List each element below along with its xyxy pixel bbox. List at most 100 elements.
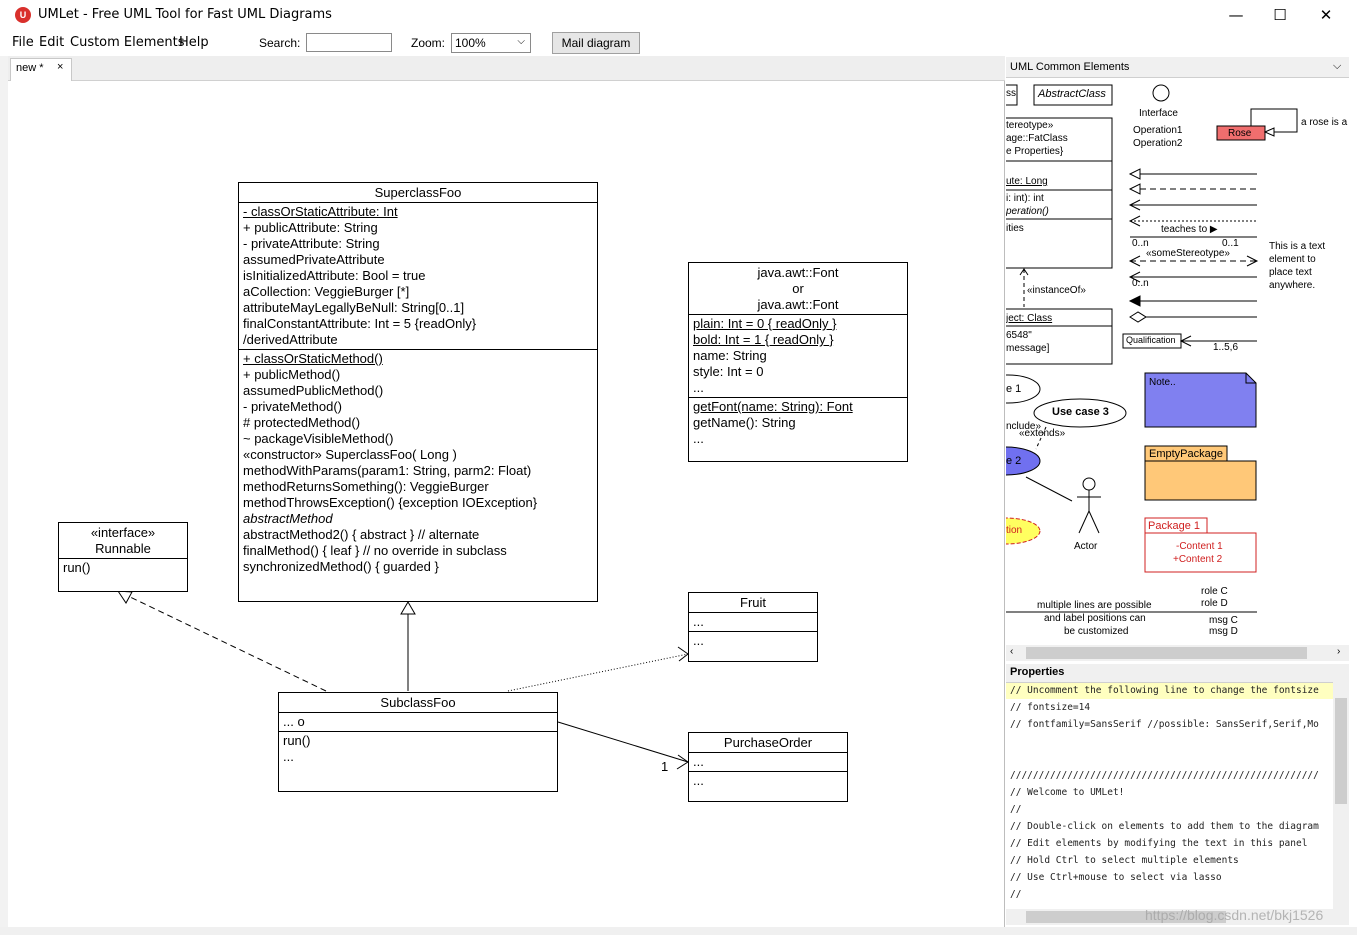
palette-instance-of: «instanceOf» — [1027, 285, 1086, 296]
method-row: # protectedMethod() — [243, 415, 361, 430]
attributes-section: - classOrStaticAttribute: Int + publicAt… — [239, 202, 597, 349]
properties-line: // Uncomment the following line to chang… — [1010, 685, 1319, 696]
palette-actor[interactable]: Actor — [1074, 541, 1097, 552]
tab-bar — [8, 56, 1005, 81]
palette-fatclass-op: i: int): int — [1006, 193, 1044, 204]
chevron-down-icon[interactable]: ⌵ — [1333, 60, 1341, 73]
attribute-row: finalConstantAttribute: Int = 5 {readOnl… — [243, 316, 477, 331]
menu-help[interactable]: Help — [179, 35, 209, 50]
method-row: abstractMethod — [243, 511, 333, 526]
palette-class[interactable]: ss — [1006, 88, 1016, 99]
attribute-row: - privateAttribute: String — [243, 236, 380, 251]
class-name: «interface» Runnable — [59, 523, 187, 558]
methods-section: run() ... — [279, 731, 557, 766]
palette-object[interactable]: ject: Class — [1006, 313, 1052, 324]
properties-vscroll-thumb[interactable] — [1335, 698, 1347, 804]
attribute-row: ... o — [283, 714, 305, 729]
palette-text-line: anywhere. — [1269, 280, 1316, 291]
association-multiplicity: 1 — [661, 759, 669, 774]
palette-text-line: element to — [1269, 254, 1316, 265]
properties-line: // fontfamily=SansSerif //possible: Sans… — [1010, 719, 1319, 730]
class-fruit[interactable]: Fruit ... ... — [688, 592, 818, 662]
properties-line: // Use Ctrl+mouse to select via lasso — [1010, 872, 1222, 883]
umlet-logo-icon: U — [15, 7, 31, 23]
class-purchaseorder[interactable]: PurchaseOrder ... ... — [688, 732, 848, 802]
maximize-button[interactable]: ☐ — [1257, 0, 1303, 31]
palette-canvas[interactable]: ss AbstractClass Interface Operation1 Op… — [1006, 79, 1349, 645]
method-row: synchronizedMethod() { guarded } — [243, 559, 439, 574]
class-name: SuperclassFoo — [374, 185, 462, 200]
palette-interface[interactable]: Interface — [1139, 108, 1178, 119]
palette-text-line[interactable]: This is a text — [1269, 241, 1325, 252]
bottom-frame — [0, 927, 1357, 935]
palette-scroll-thumb[interactable] — [1026, 647, 1307, 659]
tab-close-icon[interactable]: × — [57, 61, 63, 73]
mail-diagram-button[interactable]: Mail diagram — [552, 32, 640, 54]
palette-text-line: place text — [1269, 267, 1312, 278]
class-runnable[interactable]: «interface» Runnable run() — [58, 522, 188, 592]
menu-custom-elements[interactable]: Custom Elements — [70, 35, 185, 50]
method-row: ~ packageVisibleMethod() — [243, 431, 394, 446]
method-row: getName(): String — [693, 415, 796, 430]
class-superclassfoo[interactable]: SuperclassFoo - classOrStaticAttribute: … — [238, 182, 598, 602]
properties-title: Properties — [1010, 666, 1065, 678]
method-row: + publicMethod() — [243, 367, 341, 382]
attribute-row: assumedPrivateAttribute — [243, 252, 385, 267]
attributes-section: plain: Int = 0 { readOnly } bold: Int = … — [689, 314, 907, 397]
attribute-row: bold: Int = 1 { readOnly } — [693, 332, 834, 347]
palette-package-content: +Content 2 — [1173, 554, 1223, 565]
palette-qualification[interactable]: Qualification — [1126, 335, 1176, 345]
properties-line: // Hold Ctrl to select multiple elements — [1010, 855, 1239, 866]
palette-interface-op: Operation2 — [1133, 138, 1183, 149]
palette-usecase3[interactable]: Use case 3 — [1052, 406, 1109, 418]
method-row: getFont(name: String): Font — [693, 399, 853, 414]
menu-file[interactable]: File — [12, 35, 34, 50]
chevron-down-icon: ⌵ — [517, 36, 525, 47]
zoom-select[interactable]: 100% ⌵ — [451, 33, 531, 53]
attribute-row: aCollection: VeggieBurger [*] — [243, 284, 410, 299]
palette-fatclass-attr: ute: Long — [1006, 176, 1048, 187]
method-row: + classOrStaticMethod() — [243, 351, 383, 366]
palette-multiline: multiple lines are possible — [1037, 600, 1152, 611]
attribute-row: - classOrStaticAttribute: Int — [243, 204, 398, 219]
class-name: PurchaseOrder — [723, 735, 813, 750]
scroll-left-icon[interactable]: ‹ — [1010, 646, 1013, 657]
method-row: ... — [693, 633, 704, 648]
realization-line — [127, 595, 327, 692]
zoom-label: Zoom: — [411, 36, 446, 50]
class-name: Fruit — [740, 595, 766, 610]
minimize-button[interactable]: — — [1213, 0, 1259, 31]
properties-line: // — [1010, 889, 1022, 900]
method-row: run() — [283, 733, 311, 748]
palette-fatclass-line: age::FatClass — [1006, 133, 1068, 144]
palette-usecase2[interactable]: e 2 — [1006, 455, 1021, 467]
left-frame — [0, 56, 8, 935]
menu-edit[interactable]: Edit — [39, 35, 64, 50]
method-row: finalMethod() { leaf } // no override in… — [243, 543, 507, 558]
class-name: SubclassFoo — [380, 695, 456, 710]
zoom-value: 100% — [455, 36, 486, 50]
palette-note[interactable]: Note.. — [1149, 377, 1176, 388]
class-subclassfoo[interactable]: SubclassFoo ... o run() ... — [278, 692, 558, 792]
properties-editor[interactable]: // Uncomment the following line to chang… — [1006, 682, 1349, 909]
name-line: java.awt::Font — [757, 297, 839, 312]
palette-role: role D — [1201, 598, 1228, 609]
palette-rose-note: a rose is a — [1301, 117, 1348, 128]
palette-qual-mult: 1..5,6 — [1213, 342, 1239, 353]
palette-usecase1[interactable]: e 1 — [1006, 383, 1021, 395]
search-input[interactable] — [306, 33, 392, 52]
scroll-right-icon[interactable]: › — [1337, 646, 1340, 657]
method-row: ... — [693, 431, 704, 446]
palette-rose[interactable]: Rose — [1228, 128, 1251, 139]
palette-empty-package[interactable]: EmptyPackage — [1149, 448, 1223, 460]
palette-abstract-class[interactable]: AbstractClass — [1038, 88, 1106, 100]
palette-msg: msg D — [1209, 626, 1238, 637]
close-button[interactable]: ✕ — [1303, 0, 1349, 31]
palette-package1[interactable]: Package 1 — [1148, 520, 1200, 532]
diagram-canvas[interactable]: SuperclassFoo - classOrStaticAttribute: … — [8, 81, 1005, 927]
palette-condition[interactable]: tion — [1006, 525, 1022, 536]
tab-label: new * — [16, 62, 44, 74]
attribute-row: ... — [693, 614, 704, 629]
class-font[interactable]: java.awt::Font or java.awt::Font plain: … — [688, 262, 908, 462]
properties-line: // — [1010, 804, 1022, 815]
